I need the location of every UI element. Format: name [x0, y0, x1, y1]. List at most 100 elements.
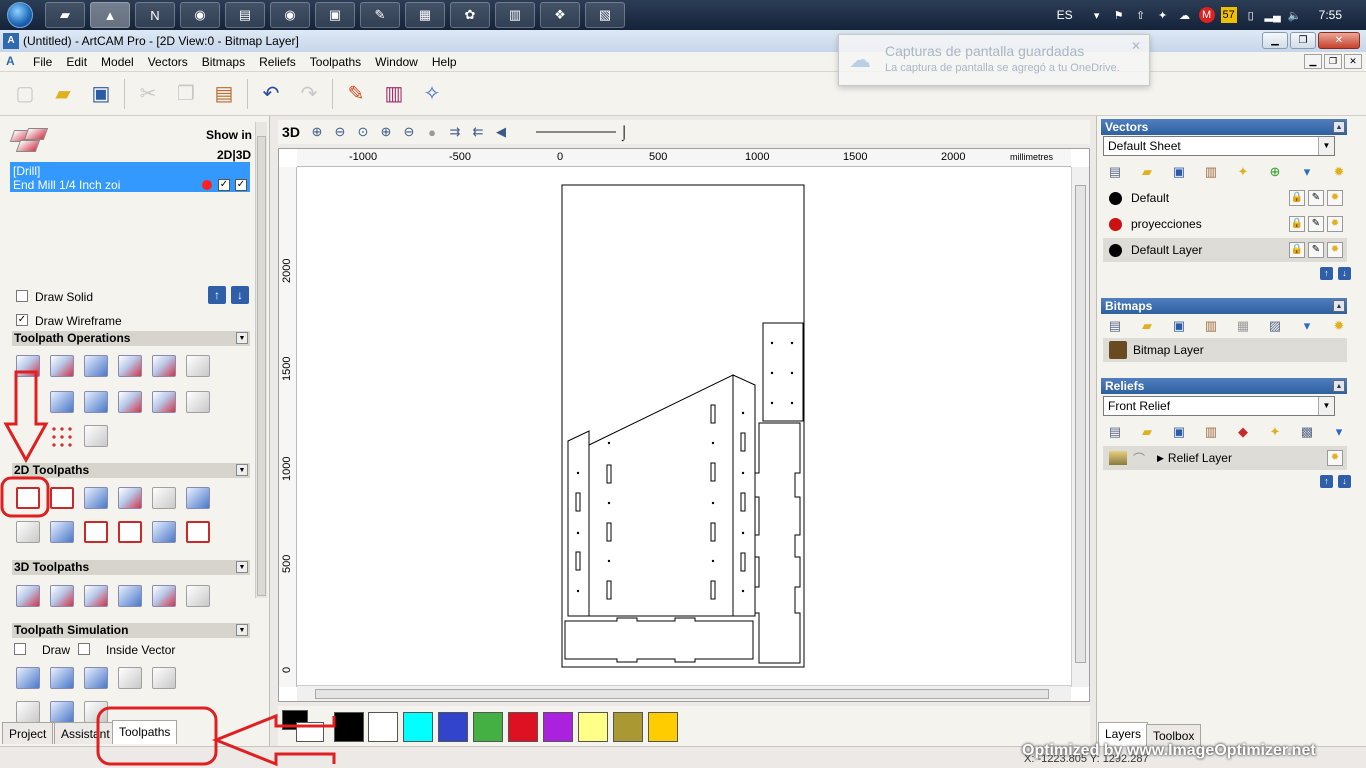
canvas-vertical-scrollbar[interactable]	[1071, 167, 1089, 687]
taskbar-app-desktop[interactable]: ▰	[45, 2, 85, 28]
sim-draw-checkbox[interactable]	[14, 643, 26, 655]
menu-edit[interactable]: Edit	[59, 55, 94, 69]
delete-relief-icon[interactable]: ▾	[1329, 422, 1349, 442]
3d-inspect-icon[interactable]	[184, 582, 212, 610]
primary-secondary-color[interactable]	[282, 710, 326, 744]
lock-icon[interactable]: 🔒	[1289, 216, 1305, 232]
tab-toolpaths[interactable]: Toolpaths	[112, 720, 178, 744]
new-layer-icon[interactable]: ▤	[1105, 162, 1125, 182]
taskbar-app-reader[interactable]: ▣	[315, 2, 355, 28]
bitmap-visibility-icon[interactable]: ✹	[1329, 316, 1349, 336]
swatch-purple[interactable]	[543, 712, 573, 742]
copy-icon[interactable]: ❐	[171, 79, 201, 109]
toggle-vectors-icon[interactable]: ⇉	[445, 122, 465, 142]
machine-relief-icon[interactable]	[48, 518, 76, 546]
relief-select[interactable]: Front Relief ▼	[1103, 396, 1335, 416]
minimize-button[interactable]: ▁	[1262, 32, 1288, 49]
toolpath-template-icon[interactable]	[116, 388, 144, 416]
tab-project[interactable]: Project	[2, 722, 54, 744]
toggle-bitmap-icon[interactable]: ◀	[491, 122, 511, 142]
toolpath-block-icon[interactable]	[48, 388, 76, 416]
import-bitmap-icon[interactable]: ▥	[1201, 316, 1221, 336]
simulate-selected-icon[interactable]	[48, 664, 76, 692]
toggle-relief-icon[interactable]: ⇇	[468, 122, 488, 142]
slider-handle-icon[interactable]: ⌡	[620, 124, 628, 140]
toolpath-operations-header[interactable]: Toolpath Operations ▼	[12, 331, 250, 346]
taskbar-app-notepad[interactable]: N	[135, 2, 175, 28]
layer-down-button[interactable]: ↓	[1338, 267, 1351, 280]
import-relief-icon[interactable]: ▥	[1201, 422, 1221, 442]
bevel-carving-icon[interactable]	[116, 484, 144, 512]
swatch-green[interactable]	[473, 712, 503, 742]
drawing-area[interactable]	[297, 167, 1071, 687]
move-up-button[interactable]: ↑	[208, 286, 226, 304]
tray-upload-icon[interactable]: ⇧	[1133, 7, 1149, 23]
undo-icon[interactable]: ↶	[256, 79, 286, 109]
layer-merge-icon[interactable]: ⊕	[1265, 162, 1285, 182]
relief-down-button[interactable]: ↓	[1338, 475, 1351, 488]
taskbar-app-screenshot[interactable]: ▧	[585, 2, 625, 28]
taskbar-app-gallery[interactable]: ❖	[540, 2, 580, 28]
document-icon[interactable]: A	[6, 54, 22, 70]
swatch-gold[interactable]	[648, 712, 678, 742]
left-panel-scrollbar[interactable]	[255, 122, 267, 598]
tray-device-icon[interactable]: ▯	[1243, 7, 1259, 23]
save-relief-icon[interactable]: ▣	[1169, 422, 1189, 442]
open-bitmap-icon[interactable]: ▰	[1137, 316, 1157, 336]
visibility-bulb-icon[interactable]: ✹	[1327, 242, 1343, 258]
notification-close-icon[interactable]: ✕	[1131, 39, 1141, 53]
menu-file[interactable]: File	[26, 55, 59, 69]
3d-view-button[interactable]: 3D	[278, 122, 304, 142]
mdi-minimize-button[interactable]: ▁	[1304, 54, 1322, 69]
vector-small-panel[interactable]	[762, 322, 804, 422]
engraving-icon[interactable]	[150, 484, 178, 512]
lock-icon[interactable]: 🔒	[1289, 242, 1305, 258]
toolpath-template-save-icon[interactable]	[150, 388, 178, 416]
relief-bulb-icon[interactable]: ✦	[1265, 422, 1285, 442]
drilling-icon[interactable]	[184, 484, 212, 512]
language-indicator[interactable]: ES	[1057, 8, 1073, 22]
machine-relief-3d-icon[interactable]	[14, 582, 42, 610]
swatch-white[interactable]	[368, 712, 398, 742]
menu-model[interactable]: Model	[94, 55, 141, 69]
tray-arrow-icon[interactable]: ▾	[1089, 7, 1105, 23]
show-2d-checkbox[interactable]: ✓	[218, 179, 230, 191]
open-folder-icon[interactable]: ▰	[48, 79, 78, 109]
delete-layer-icon[interactable]: ▾	[1297, 162, 1317, 182]
smart-engraving-icon[interactable]	[116, 518, 144, 546]
vector-layer-default-layer[interactable]: Default Layer 🔒 ✎ ✹	[1103, 238, 1347, 262]
relief-combine-icon[interactable]: ◆	[1233, 422, 1253, 442]
layer-color-icon[interactable]	[1109, 243, 1122, 257]
vector-layer-proyecciones[interactable]: proyecciones 🔒 ✎ ✹	[1103, 212, 1347, 236]
area-clearance-icon[interactable]	[48, 484, 76, 512]
bitmap-image-icon[interactable]: ▨	[1265, 316, 1285, 336]
menu-bitmaps[interactable]: Bitmaps	[195, 55, 252, 69]
visibility-bulb-icon[interactable]: ✹	[1327, 190, 1343, 206]
swatch-cyan[interactable]	[403, 712, 433, 742]
collapse-icon[interactable]: ▼	[236, 332, 248, 344]
vector-middle-panel[interactable]	[732, 374, 756, 617]
close-button[interactable]: ✕	[1318, 32, 1360, 49]
rest-machining-icon[interactable]	[116, 582, 144, 610]
swatch-blue[interactable]	[438, 712, 468, 742]
layer-up-button[interactable]: ↑	[1320, 267, 1333, 280]
3d-texture-icon[interactable]	[82, 582, 110, 610]
taskbar-app-network[interactable]: ▥	[495, 2, 535, 28]
new-bitmap-icon[interactable]: ▤	[1105, 316, 1125, 336]
toolpath-item-drill[interactable]: [Drill] End Mill 1/4 Inch zoi ✓ ✓	[10, 162, 250, 192]
taskbar-app-notes[interactable]: ✎	[360, 2, 400, 28]
toolpath-tiling-icon[interactable]	[184, 388, 212, 416]
transform-toolpath-icon[interactable]	[82, 352, 110, 380]
save-icon[interactable]: ▣	[86, 79, 116, 109]
tab-assistant[interactable]: Assistant	[54, 722, 117, 744]
sim-delete-icon[interactable]	[150, 664, 178, 692]
taskbar-app-paint[interactable]: ✿	[450, 2, 490, 28]
tray-signal-icon[interactable]: ▂▄	[1265, 7, 1281, 23]
relief-mode-icon[interactable]: ⌒	[1133, 450, 1151, 467]
swatch-olive[interactable]	[613, 712, 643, 742]
swatch-yellow[interactable]	[578, 712, 608, 742]
visibility-bulb-icon[interactable]: ✹	[1327, 216, 1343, 232]
open-relief-icon[interactable]: ▰	[1137, 422, 1157, 442]
zoom-all-icon[interactable]: ●	[422, 122, 442, 142]
drill-pattern-icon[interactable]	[48, 422, 76, 450]
